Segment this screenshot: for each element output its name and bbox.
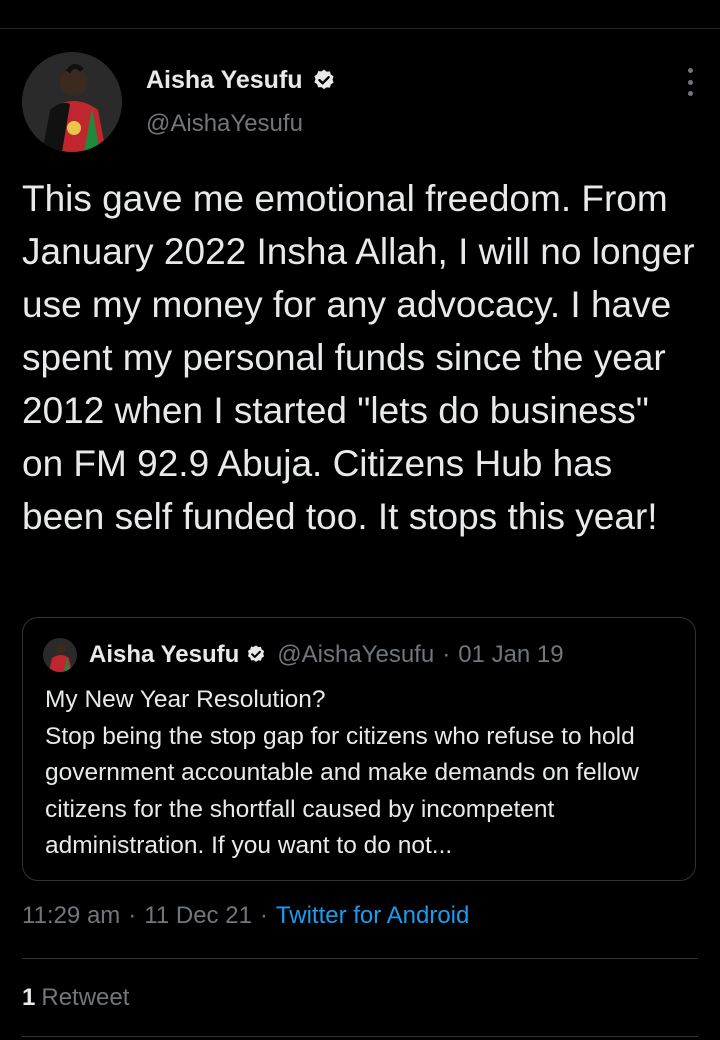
quoted-author-handle: @AishaYesufu	[277, 641, 435, 668]
quoted-tweet-card[interactable]: Aisha Yesufu @AishaYesufu · 01 Jan 19 My…	[22, 617, 696, 881]
quoted-separator: ·	[442, 641, 451, 668]
quoted-avatar	[43, 638, 77, 672]
verified-badge-icon	[245, 644, 267, 666]
meta-separator: ·	[259, 902, 268, 929]
retweet-stats[interactable]: 1 Retweet	[22, 984, 129, 1012]
divider	[22, 1036, 698, 1037]
quoted-tweet-header: Aisha Yesufu @AishaYesufu · 01 Jan 19	[43, 638, 564, 672]
quoted-date: 01 Jan 19	[458, 641, 564, 668]
tweet-meta: 11:29 am · 11 Dec 21 · Twitter for Andro…	[22, 902, 469, 930]
verified-badge-icon	[311, 68, 337, 94]
top-divider	[0, 28, 720, 29]
retweet-count: 1	[22, 984, 36, 1011]
retweet-label: Retweet	[41, 984, 130, 1011]
tweet-source-link[interactable]: Twitter for Android	[276, 902, 469, 930]
author-handle[interactable]: @AishaYesufu	[146, 110, 303, 138]
quoted-author-name: Aisha Yesufu	[89, 641, 240, 668]
meta-separator: ·	[128, 902, 137, 929]
divider	[22, 958, 698, 959]
avatar[interactable]	[22, 52, 122, 152]
author-name[interactable]: Aisha Yesufu	[146, 66, 303, 95]
quoted-tweet-text: My New Year Resolution? Stop being the s…	[45, 686, 639, 859]
tweet-body: This gave me emotional freedom. From Jan…	[22, 178, 695, 537]
tweet-date[interactable]: 11 Dec 21	[144, 902, 252, 930]
tweet-time[interactable]: 11:29 am	[22, 902, 120, 930]
tweet-header: Aisha Yesufu @AishaYesufu	[22, 52, 702, 152]
more-options-icon[interactable]	[684, 68, 696, 96]
